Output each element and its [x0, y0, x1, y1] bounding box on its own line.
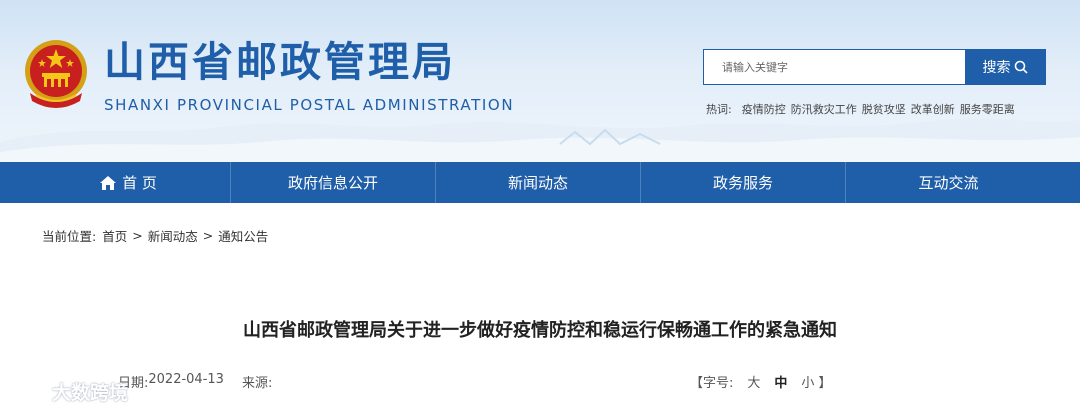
search-button[interactable]: 搜索	[965, 50, 1045, 84]
search-box: 搜索	[703, 49, 1046, 85]
search-button-label: 搜索	[982, 60, 1011, 76]
font-size-small[interactable]: 小	[801, 372, 814, 391]
site-title: 山西省邮政管理局	[104, 38, 456, 86]
article-meta: 日期: 2022-04-13 来源:	[118, 372, 272, 391]
nav-item-label: 新闻动态	[507, 174, 568, 192]
home-icon	[100, 175, 117, 190]
breadcrumb-home[interactable]: 首页	[102, 226, 127, 245]
breadcrumb-separator: >	[202, 228, 214, 243]
nav-item-gov-info[interactable]: 政府信息公开	[231, 162, 436, 203]
site-header: 山西省邮政管理局 SHANXI PROVINCIAL POSTAL ADMINI…	[0, 0, 1080, 162]
nav-item-interaction[interactable]: 互动交流	[846, 162, 1051, 203]
font-size-large[interactable]: 大	[747, 372, 760, 391]
font-size-medium[interactable]: 中	[774, 372, 787, 391]
hotword-link[interactable]: 疫情防控	[742, 101, 786, 117]
source-label: 来源:	[241, 376, 273, 391]
article-title: 山西省邮政管理局关于进一步做好疫情防控和稳运行保畅通工作的紧急通知	[243, 320, 837, 341]
font-size-bracket: 】	[818, 376, 832, 391]
font-size-control: 【字号: 大 中 小 】	[690, 372, 831, 391]
breadcrumb-separator: >	[132, 228, 143, 243]
site-subtitle: SHANXI PROVINCIAL POSTAL ADMINISTRATION	[104, 96, 515, 114]
font-size-label: 【字号:	[690, 376, 734, 391]
hotwords-label: 热词:	[706, 103, 732, 116]
watermark-logo-icon	[11, 383, 48, 399]
hotword-link[interactable]: 脱贫攻坚	[862, 101, 906, 117]
hotword-link[interactable]: 改革创新	[911, 101, 955, 117]
breadcrumb: 当前位置: 首页 > 新闻动态 > 通知公告	[42, 226, 268, 245]
great-wall-decoration	[0, 118, 1080, 162]
nav-item-label: 互动交流	[918, 174, 979, 192]
breadcrumb-label: 当前位置:	[42, 229, 97, 244]
search-icon	[1014, 60, 1028, 74]
nav-item-label: 首 页	[122, 174, 157, 192]
nav-item-services[interactable]: 政务服务	[641, 162, 846, 203]
breadcrumb-news[interactable]: 新闻动态	[148, 226, 198, 245]
article-date: 2022-04-13	[148, 372, 224, 387]
watermark-text: 大数跨境	[52, 382, 129, 404]
nav-item-news[interactable]: 新闻动态	[436, 162, 641, 203]
watermark: 大数跨境	[10, 378, 128, 405]
hotword-link[interactable]: 防汛救灾工作	[791, 101, 857, 117]
hotwords: 热词: 疫情防控 防汛救灾工作 脱贫攻坚 改革创新 服务零距离	[706, 101, 1020, 117]
breadcrumb-notices[interactable]: 通知公告	[218, 226, 268, 245]
hotword-link[interactable]: 服务零距离	[960, 101, 1015, 117]
national-emblem-icon	[25, 40, 87, 108]
search-input[interactable]	[704, 50, 966, 84]
nav-item-home[interactable]: 首 页	[26, 162, 231, 203]
nav-item-label: 政务服务	[712, 174, 773, 192]
nav-item-label: 政府信息公开	[287, 174, 378, 192]
main-nav: 首 页 政府信息公开 新闻动态 政务服务 互动交流	[0, 162, 1080, 203]
